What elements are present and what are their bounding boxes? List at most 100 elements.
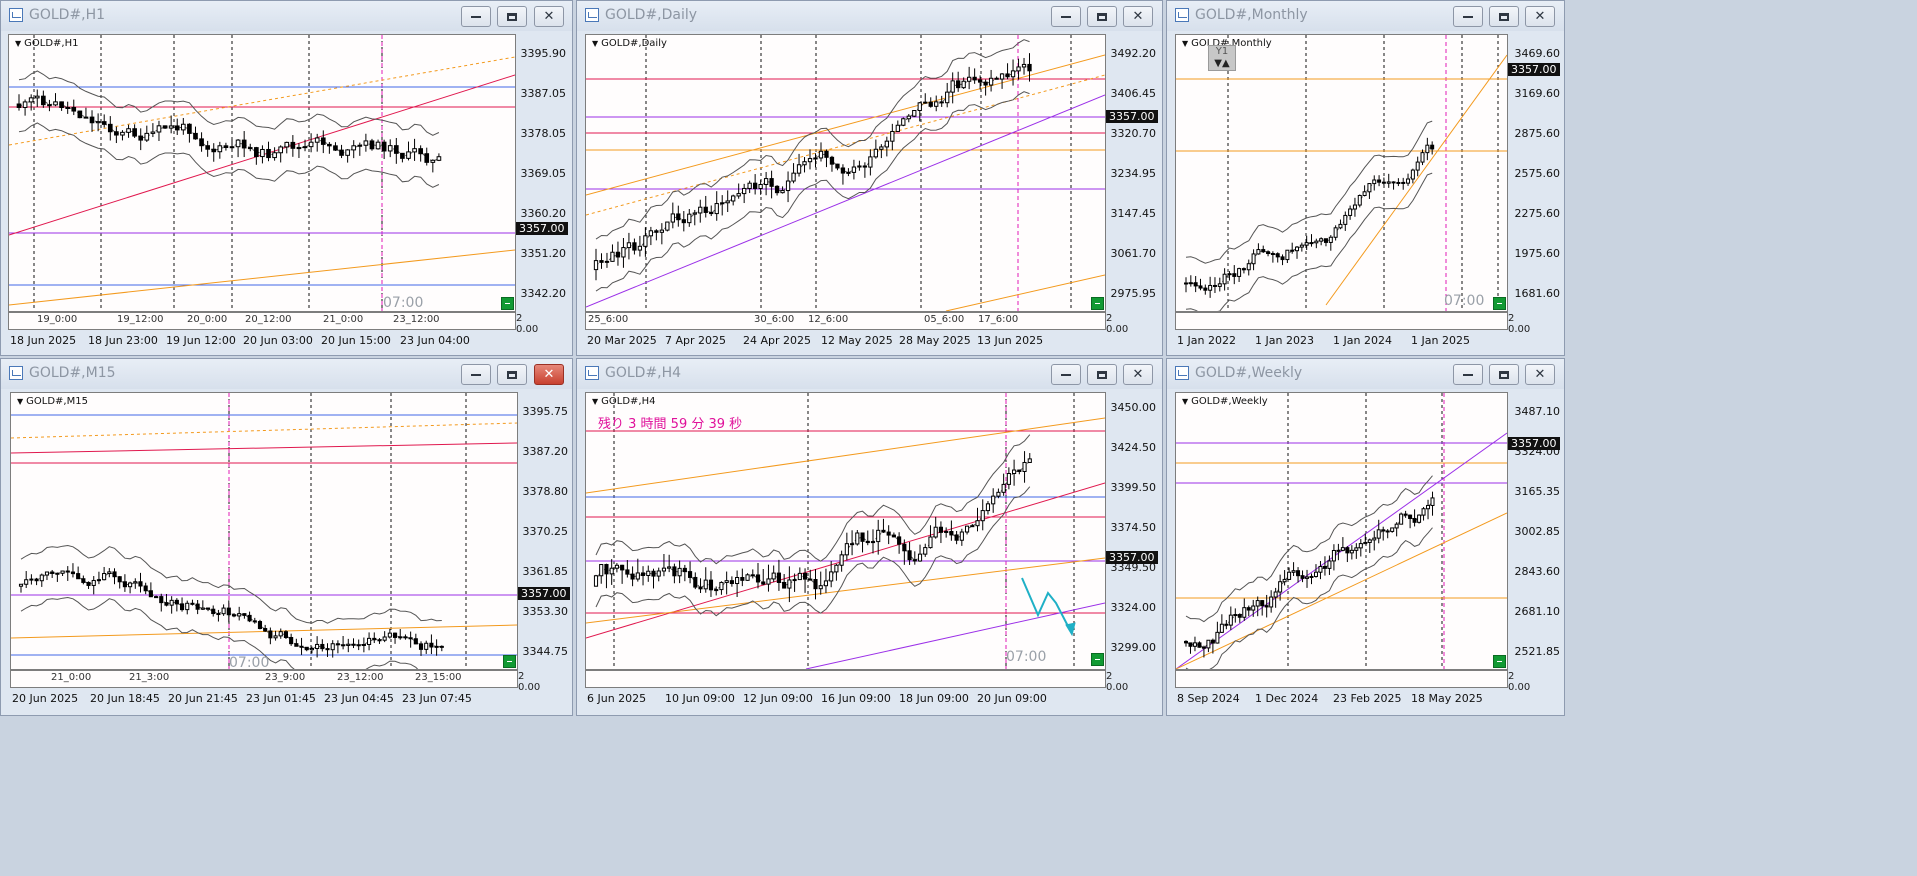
chart-window-m15: GOLD#,M15 ✕ ▼ GOLD#,M15 07:00 3395.75 338… — [0, 358, 573, 716]
close-icon: ✕ — [1534, 367, 1546, 382]
window-titlebar[interactable]: GOLD#,H1 ✕ — [1, 1, 572, 31]
close-button[interactable]: ✕ — [534, 364, 564, 385]
sub-scale-min: 0.00 — [516, 324, 539, 335]
candle-body — [1001, 483, 1006, 493]
candle-body — [439, 645, 444, 648]
candle-body — [1241, 268, 1246, 271]
candle-body — [289, 637, 294, 645]
candle-body — [320, 643, 325, 650]
candle-body — [961, 80, 966, 89]
candle-body — [745, 574, 750, 581]
maximize-button[interactable] — [1087, 364, 1117, 385]
candle-body — [901, 118, 906, 126]
candle-body — [840, 167, 846, 174]
sub-scale: 2 0.00 — [1106, 671, 1128, 693]
candle-body — [766, 578, 771, 585]
minimize-button[interactable] — [1453, 6, 1483, 27]
candle-body — [83, 116, 89, 119]
close-button[interactable]: ✕ — [1123, 6, 1153, 27]
price-chart-area[interactable]: ▼ GOLD#,H4 残り 3 時間 59 分 39 秒 07:00 — [585, 392, 1106, 670]
one-click-trade-button[interactable] — [503, 655, 516, 668]
candle-body — [268, 630, 273, 639]
candle-body — [855, 532, 860, 545]
window-titlebar[interactable]: GOLD#,Daily ✕ — [577, 1, 1162, 31]
close-button[interactable]: ✕ — [534, 6, 564, 27]
trend-line — [945, 274, 1105, 311]
window-titlebar[interactable]: GOLD#,H4 ✕ — [577, 359, 1162, 389]
candle-body — [1309, 242, 1314, 245]
candle-body — [714, 589, 719, 592]
candle-body — [81, 578, 86, 583]
candle-body — [1246, 263, 1251, 271]
maximize-button[interactable] — [497, 364, 527, 385]
price-tick: 2681.10 — [1514, 605, 1561, 618]
one-click-trade-button[interactable] — [1091, 653, 1104, 666]
price-tick: 3378.80 — [522, 485, 569, 498]
time-tick: 23 Jun 04:45 — [324, 692, 394, 705]
candle-body — [302, 146, 308, 149]
window-title: GOLD#,M15 — [29, 365, 116, 381]
price-chart-area[interactable]: ▼ GOLD#,M15 07:00 — [10, 392, 518, 671]
price-chart-area[interactable]: ▼ GOLD#,Monthly Y1 ▼▲ 07:00 — [1175, 34, 1508, 312]
candle-body — [1290, 249, 1295, 252]
candle-body — [1193, 282, 1198, 287]
maximize-button[interactable] — [1489, 6, 1519, 27]
maximize-button[interactable] — [1087, 6, 1117, 27]
candle-body — [651, 570, 656, 577]
candle-body — [1363, 541, 1368, 545]
candle-body — [95, 121, 101, 124]
price-tick: 3351.20 — [520, 247, 567, 260]
minimize-button[interactable] — [1453, 364, 1483, 385]
candle-body — [1403, 513, 1408, 516]
price-chart-area[interactable]: ▼ GOLD#,Weekly — [1175, 392, 1508, 670]
close-button[interactable]: ✕ — [1525, 6, 1555, 27]
candle-body — [143, 585, 148, 592]
one-click-trade-button[interactable] — [1493, 297, 1506, 310]
candle-body — [387, 145, 393, 152]
candle-body — [159, 596, 164, 604]
time-tick: 16 Jun 09:00 — [821, 692, 891, 705]
candle-body — [907, 550, 912, 561]
price-tick: 3487.10 — [1514, 405, 1561, 418]
candle-body — [714, 203, 719, 215]
price-chart-area[interactable]: ▼ GOLD#,Daily — [585, 34, 1106, 312]
one-click-trade-button[interactable] — [501, 297, 514, 310]
minimize-button[interactable] — [1051, 6, 1081, 27]
maximize-button[interactable] — [1489, 364, 1519, 385]
window-titlebar[interactable]: GOLD#,Monthly ✕ — [1167, 1, 1564, 31]
close-button[interactable]: ✕ — [1525, 364, 1555, 385]
candle-body — [356, 644, 361, 647]
minimize-button[interactable] — [461, 364, 491, 385]
candle-body — [1408, 514, 1413, 519]
candle-body — [278, 631, 283, 637]
candle-body — [325, 648, 330, 651]
one-click-trade-button[interactable] — [1091, 297, 1104, 310]
one-click-trade-button[interactable] — [1493, 655, 1506, 668]
candle-body — [890, 130, 895, 142]
price-chart-area[interactable]: ▼ GOLD#,H1 07:00 — [8, 34, 516, 312]
trend-line — [9, 249, 515, 306]
candle-body — [736, 193, 741, 197]
price-tick: 3169.60 — [1514, 87, 1561, 100]
candlestick-chart — [586, 393, 1105, 669]
candle-body — [802, 572, 808, 580]
price-tick: 3360.20 — [520, 207, 567, 220]
bollinger-upper-band — [595, 434, 1031, 565]
minimize-button[interactable] — [461, 6, 491, 27]
candle-body — [975, 520, 980, 527]
candle-body — [1372, 537, 1377, 541]
minimize-button[interactable] — [1051, 364, 1081, 385]
window-titlebar[interactable]: GOLD#,Weekly ✕ — [1167, 359, 1564, 389]
candle-body — [1188, 642, 1193, 647]
maximize-button[interactable] — [497, 6, 527, 27]
trend-channel-line — [11, 422, 517, 439]
close-button[interactable]: ✕ — [1123, 364, 1153, 385]
candle-body — [802, 161, 807, 166]
candle-body — [339, 149, 344, 156]
period-y1-control[interactable]: Y1 ▼▲ — [1208, 45, 1236, 71]
candle-body — [991, 495, 996, 505]
candle-body — [698, 206, 703, 214]
time-tick: 1 Jan 2025 — [1411, 334, 1470, 347]
time-tick: 28 May 2025 — [899, 334, 971, 347]
window-titlebar[interactable]: GOLD#,M15 ✕ — [1, 359, 572, 389]
